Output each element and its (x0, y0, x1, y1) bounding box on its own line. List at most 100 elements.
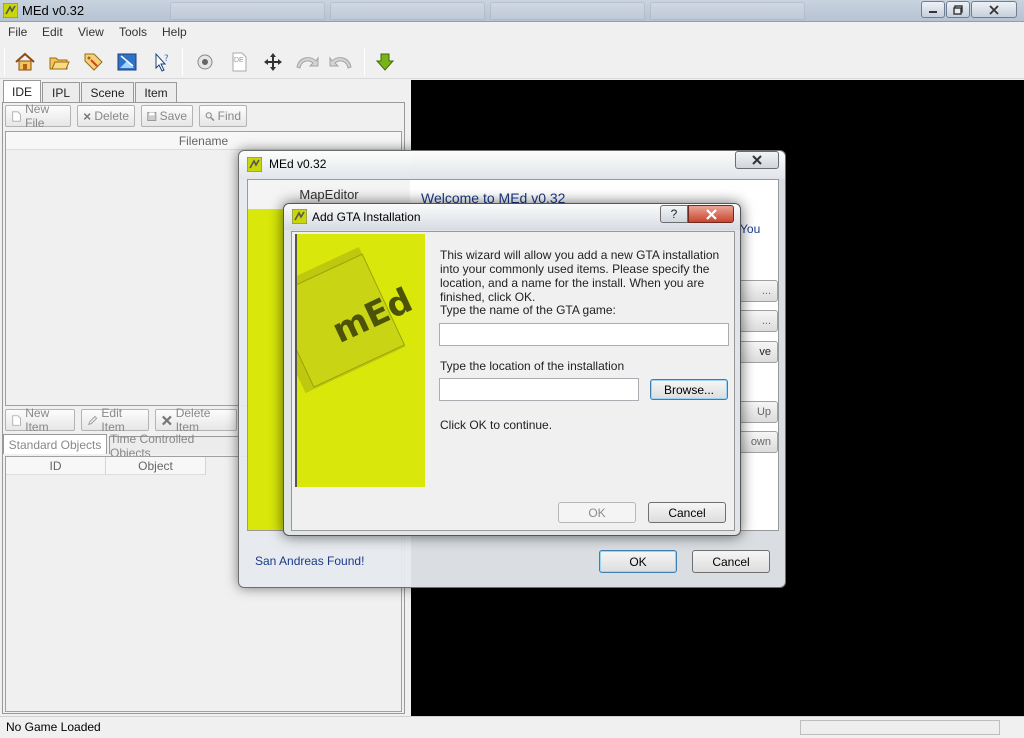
rotate-right-button[interactable] (328, 49, 354, 75)
id-column-header[interactable]: ID (6, 457, 106, 475)
game-name-input[interactable] (439, 323, 729, 346)
delete-item-button[interactable]: Delete Item (155, 406, 237, 434)
move-button[interactable] (260, 49, 286, 75)
delete-file-label: Delete (94, 109, 129, 123)
game-found-status: San Andreas Found! (255, 554, 365, 568)
add-dialog-intro-text: This wizard will allow you add a new GTA… (440, 248, 720, 304)
home-icon (15, 52, 35, 71)
window-title: MEd v0.32 (22, 3, 85, 18)
toolbar: ? IDE (0, 43, 1024, 79)
welcome-ok-button[interactable]: OK (599, 550, 677, 573)
maximize-button[interactable] (946, 1, 970, 18)
minimize-button[interactable] (921, 1, 945, 18)
med-logo-banner: mEd (295, 234, 425, 487)
save-icon (147, 111, 157, 121)
find-file-button[interactable]: Find (199, 105, 247, 127)
download-arrow-icon (375, 53, 395, 71)
close-button[interactable] (971, 1, 1017, 18)
find-file-label: Find (217, 109, 241, 123)
menu-view[interactable]: View (78, 25, 104, 39)
game-name-label: Type the name of the GTA game: (440, 303, 616, 317)
ide-file-label: IDE (232, 57, 244, 64)
main-titlebar: MEd v0.32 (0, 0, 1024, 22)
image-icon (117, 53, 137, 71)
welcome-partial-text: You (740, 222, 761, 236)
filename-column-header[interactable]: Filename (6, 132, 401, 150)
tab-item[interactable]: Item (135, 82, 177, 102)
open-folder-icon (49, 57, 70, 70)
delete-icon (162, 415, 172, 425)
rotate-right-icon (329, 56, 352, 69)
record-button[interactable] (192, 49, 218, 75)
toolbar-separator (364, 48, 365, 76)
menu-bar: File Edit View Tools Help (0, 22, 1024, 43)
record-icon (197, 54, 213, 70)
tab-ide[interactable]: IDE (3, 80, 41, 102)
ide-file-button[interactable]: IDE (226, 49, 252, 75)
edit-icon (88, 415, 98, 425)
close-icon (752, 155, 762, 165)
app-logo-icon (3, 3, 18, 18)
toolbar-separator (4, 48, 5, 76)
menu-edit[interactable]: Edit (42, 25, 63, 39)
tab-scene[interactable]: Scene (81, 82, 134, 102)
edit-item-label: Edit Item (101, 406, 125, 434)
help-icon: ? (670, 207, 678, 221)
delete-item-label: Delete Item (175, 406, 211, 434)
tag-icon (84, 53, 103, 71)
welcome-remove-button[interactable]: ve (738, 341, 778, 363)
tab-ipl[interactable]: IPL (42, 82, 80, 102)
tag-button[interactable] (80, 49, 106, 75)
new-file-button[interactable]: New File (5, 102, 71, 130)
background-tab (490, 2, 645, 20)
welcome-cancel-button[interactable]: Cancel (692, 550, 770, 573)
minimize-icon (929, 10, 937, 13)
download-button[interactable] (372, 49, 398, 75)
edit-item-button[interactable]: Edit Item (81, 406, 149, 434)
add-dialog-title: Add GTA Installation (312, 210, 421, 224)
install-location-label: Type the location of the installation (440, 359, 625, 373)
add-dialog-close-button[interactable] (688, 205, 734, 223)
toolbar-separator (182, 48, 183, 76)
add-dialog-help-button[interactable]: ? (660, 205, 688, 223)
add-cancel-button[interactable]: Cancel (648, 502, 726, 523)
new-file-icon (12, 110, 21, 122)
add-gta-installation-dialog: Add GTA Installation ? mEd This wizard w… (283, 203, 741, 536)
image-button[interactable] (114, 49, 140, 75)
med-logo-icon (297, 246, 406, 394)
new-file-label: New File (25, 102, 50, 130)
close-icon (705, 208, 717, 220)
rotate-left-button[interactable] (294, 49, 320, 75)
app-logo-icon (292, 209, 307, 224)
welcome-dialog-close-button[interactable] (735, 151, 779, 169)
welcome-dialog-titlebar: MEd v0.32 (239, 151, 785, 179)
home-button[interactable] (12, 49, 38, 75)
add-ok-button[interactable]: OK (558, 502, 636, 523)
menu-help[interactable]: Help (162, 25, 187, 39)
svg-text:?: ? (164, 54, 169, 64)
open-button[interactable] (46, 49, 72, 75)
status-text: No Game Loaded (6, 720, 101, 734)
close-icon (989, 4, 999, 15)
object-column-header[interactable]: Object (106, 457, 206, 475)
welcome-move-up-button[interactable]: Up (738, 401, 778, 423)
find-icon (205, 111, 215, 121)
pointer-help-button[interactable]: ? (148, 49, 174, 75)
save-file-button[interactable]: Save (141, 105, 193, 127)
delete-file-button[interactable]: Delete (77, 105, 135, 127)
continue-hint-text: Click OK to continue. (440, 418, 553, 432)
app-logo-icon (247, 157, 262, 172)
install-location-input[interactable] (439, 378, 639, 401)
menu-tools[interactable]: Tools (119, 25, 147, 39)
tab-time-controlled-objects[interactable]: Time Controlled Objects (109, 432, 239, 460)
menu-file[interactable]: File (8, 25, 27, 39)
welcome-move-down-button[interactable]: own (738, 431, 778, 453)
background-tab (650, 2, 805, 20)
new-item-button[interactable]: New Item (5, 406, 75, 434)
background-tab (170, 2, 325, 20)
new-item-icon (12, 414, 21, 426)
welcome-option-button[interactable]: ... (738, 310, 778, 332)
browse-button[interactable]: Browse... (650, 379, 728, 400)
welcome-option-button[interactable]: ... (738, 280, 778, 302)
tab-standard-objects[interactable]: Standard Objects (3, 434, 107, 454)
